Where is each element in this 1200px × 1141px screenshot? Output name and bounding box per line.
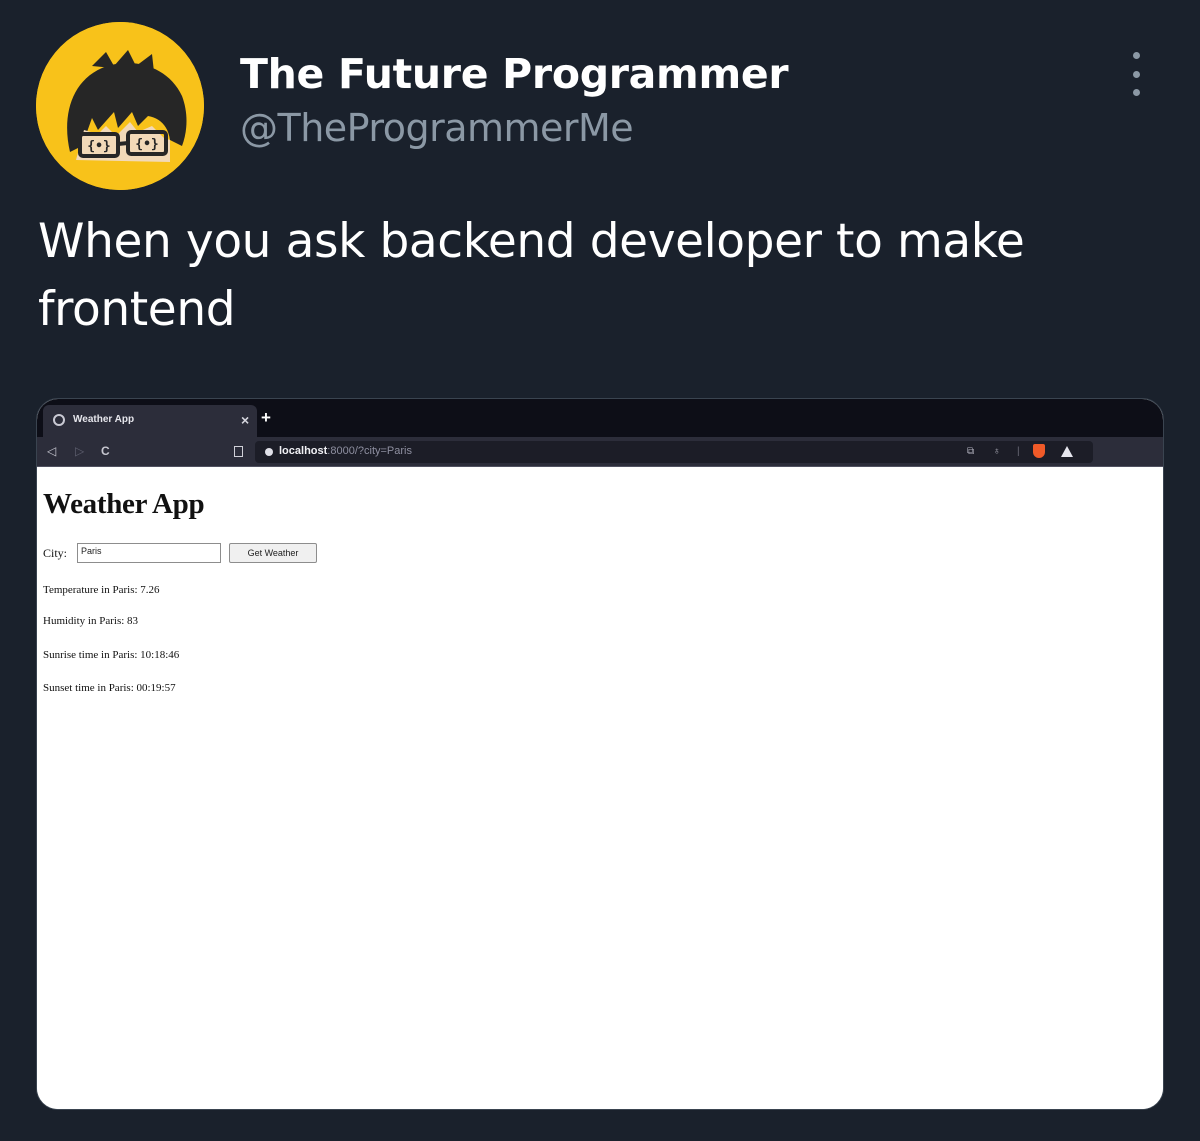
bookmark-icon [234, 446, 243, 457]
share-icon: ⧉ [967, 446, 975, 457]
tweet-media-screenshot[interactable]: Weather App × + ◁ ▷ C localhost:8000/?ci… [36, 398, 1164, 1110]
toolbar-divider: | [1017, 446, 1020, 457]
close-icon: × [241, 412, 250, 428]
reload-icon: C [101, 444, 110, 458]
city-input: Paris [77, 543, 221, 563]
avatar[interactable]: {•} {•} [36, 22, 204, 190]
url-text: localhost:8000/?city=Paris [279, 445, 412, 457]
get-weather-button: Get Weather [229, 543, 317, 563]
url-host: localhost [279, 445, 328, 457]
page-title: Weather App [43, 488, 205, 520]
more-dot [1132, 52, 1140, 59]
browser-tab: Weather App × [43, 405, 257, 437]
web-page: Weather App City: Paris Get Weather Temp… [37, 468, 1163, 1109]
avatar-illustration: {•} {•} [36, 22, 204, 190]
browser-tab-bar: Weather App × + [37, 399, 1163, 437]
result-temperature: Temperature in Paris: 7.26 [43, 584, 160, 596]
user-handle[interactable]: @TheProgrammerMe [240, 106, 634, 150]
tab-title: Weather App [73, 414, 135, 425]
tweet-text: When you ask backend developer to make f… [38, 214, 1025, 337]
svg-text:{•}: {•} [87, 139, 110, 154]
back-icon: ◁ [47, 444, 57, 458]
more-options-icon[interactable] [1124, 52, 1148, 96]
extensions-icon: ♁ [993, 446, 1001, 457]
display-name[interactable]: The Future Programmer [240, 50, 789, 98]
result-sunrise: Sunrise time in Paris: 10:18:46 [43, 649, 180, 661]
svg-text:{•}: {•} [135, 137, 158, 152]
browser-toolbar: ◁ ▷ C localhost:8000/?city=Paris ⧉ ♁ | [37, 437, 1163, 467]
site-info-icon [265, 448, 273, 456]
result-sunset: Sunset time in Paris: 00:19:57 [43, 682, 176, 694]
more-dot [1132, 70, 1140, 78]
new-tab-icon: + [261, 408, 271, 427]
shield-icon [1033, 444, 1045, 458]
url-path: :8000/?city=Paris [327, 445, 412, 457]
result-humidity: Humidity in Paris: 83 [43, 615, 139, 627]
more-dot [1132, 89, 1140, 96]
city-label: City: [43, 546, 68, 560]
rewards-icon [1061, 446, 1073, 457]
forward-icon: ▷ [75, 444, 85, 458]
globe-icon [53, 414, 65, 426]
